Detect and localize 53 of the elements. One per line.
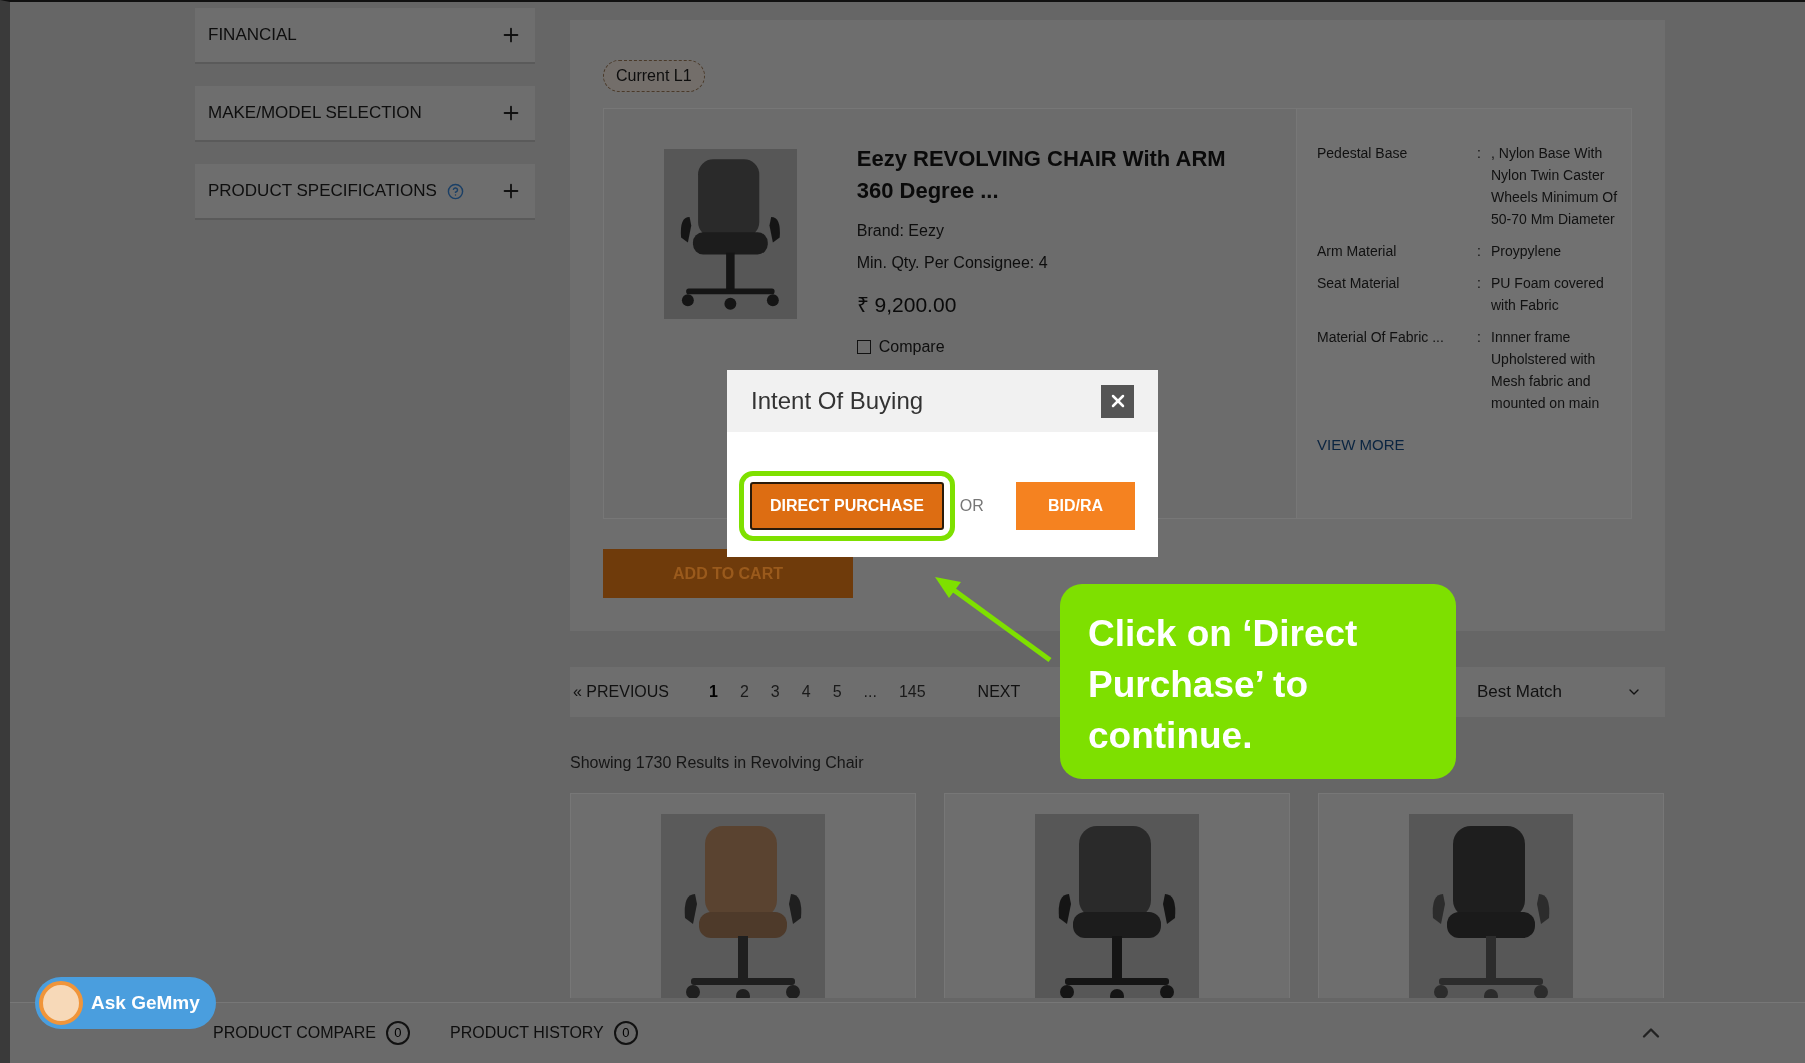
filter-section-header[interactable]: FINANCIAL (195, 8, 535, 64)
price-text: ₹ 9,200.00 (856, 292, 958, 318)
brand-text: Brand: Eezy (856, 221, 945, 241)
compare-label: Compare (878, 336, 945, 357)
spec-value: Innner frame Upholstered with Mesh fabric and mounted on main (1491, 328, 1601, 413)
bottom-tab[interactable]: PRODUCT HISTORY 0 (450, 1021, 638, 1045)
previous-link[interactable]: « PREVIOUS (573, 680, 670, 704)
product-card[interactable] (570, 793, 916, 998)
min-qty-text: Min. Qty. Per Consignee: 4 (856, 253, 1049, 273)
results-text: Showing 1730 Results in Revolving Chair (570, 753, 865, 773)
page-link[interactable]: ... (863, 680, 877, 704)
count-badge: 0 (386, 1021, 410, 1045)
page-link[interactable]: 145 (898, 680, 926, 704)
product-card[interactable] (1318, 793, 1664, 998)
tab-label: PRODUCT COMPARE (213, 1023, 376, 1043)
bottom-tab[interactable]: PRODUCT COMPARE 0 (213, 1021, 410, 1045)
page-link[interactable]: 2 (739, 680, 749, 704)
spec-colon: : (1477, 144, 1482, 163)
product-title[interactable]: Eezy REVOLVING CHAIR With ARM 360 Degree ... (856, 143, 1236, 207)
spec-label: Arm Material (1317, 242, 1398, 261)
page-link[interactable]: 4 (801, 680, 811, 704)
page-link[interactable]: 5 (832, 680, 842, 704)
product-card[interactable] (944, 793, 1290, 998)
spec-value: , Nylon Base With Nylon Twin Caster Wheels Minimum Of 50-70 Mm Diameter (1491, 144, 1619, 229)
section-title: MAKE/MODEL SELECTION (208, 102, 422, 125)
spec-label: Seat Material (1317, 274, 1401, 293)
count-badge: 0 (613, 1021, 638, 1045)
filter-section-header[interactable]: MAKE/MODEL SELECTION (195, 86, 535, 142)
page-link[interactable]: 1 (709, 680, 718, 704)
tab-label: PRODUCT HISTORY (450, 1023, 604, 1043)
spec-value: Proypylene (1491, 242, 1563, 261)
spec-value: PU Foam covered with Fabric (1491, 274, 1605, 315)
callout-text: Click on ‘Direct Purchase’ to continue. (1088, 613, 1358, 756)
spec-label: Pedestal Base (1317, 144, 1409, 163)
spec-colon: : (1477, 274, 1482, 293)
spec-colon: : (1477, 328, 1482, 347)
filter-section-header[interactable]: PRODUCT SPECIFICATIONS (195, 164, 535, 220)
next-link[interactable]: NEXT (977, 680, 1021, 704)
current-l1-badge: Current L1 (603, 60, 705, 92)
spec-colon: : (1477, 242, 1482, 261)
close-button[interactable] (1101, 384, 1134, 418)
avatar-icon (39, 981, 83, 1025)
section-title: PRODUCT SPECIFICATIONS (208, 180, 437, 203)
spec-label: Material Of Fabric ... (1317, 328, 1445, 347)
dialog-title: Intent Of Buying (751, 386, 924, 416)
section-title: FINANCIAL (208, 24, 297, 47)
page-link[interactable]: 3 (770, 680, 780, 704)
compare-checkbox[interactable] (856, 339, 871, 354)
view-more-link[interactable]: VIEW MORE (1317, 434, 1631, 457)
help-icon[interactable] (446, 182, 464, 200)
or-text: OR (959, 496, 984, 516)
sort-dropdown[interactable]: Best Match (1477, 679, 1563, 705)
purchase-option-button[interactable]: BID/RA (1015, 482, 1135, 530)
